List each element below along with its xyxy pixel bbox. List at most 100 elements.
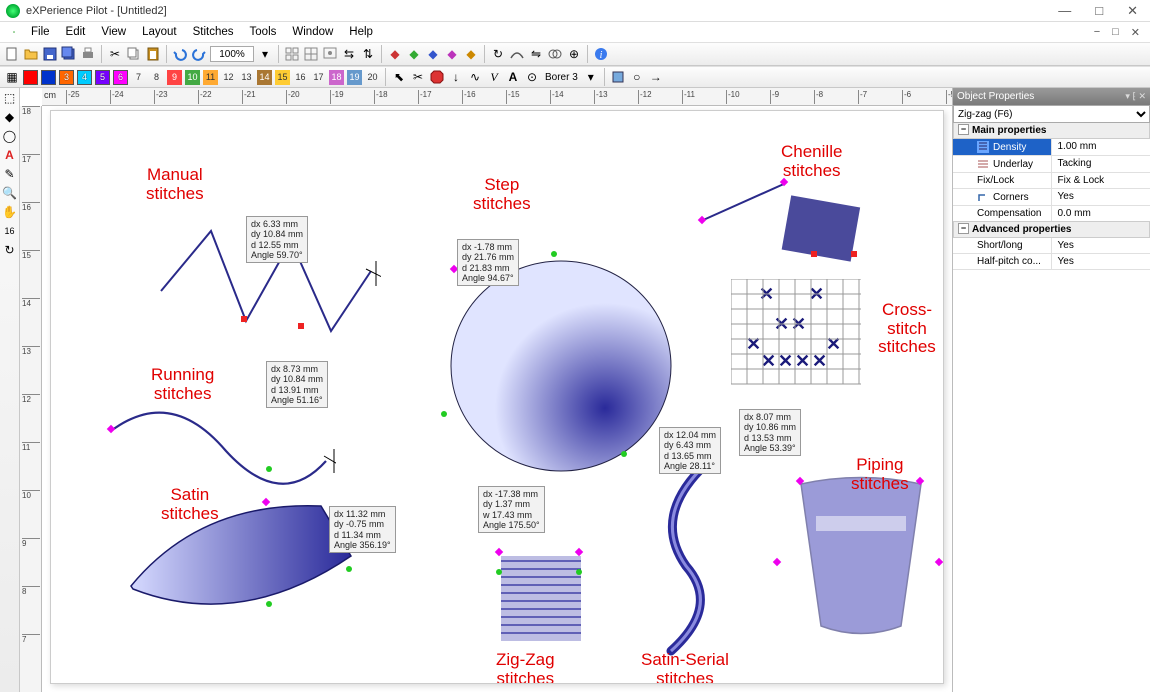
anchor[interactable]: [773, 558, 781, 566]
anchor3-icon[interactable]: ◆: [425, 46, 441, 62]
colorslot-18[interactable]: 18: [329, 70, 344, 85]
redo-icon[interactable]: [191, 46, 207, 62]
text-tool-icon[interactable]: V: [486, 69, 502, 85]
color-5[interactable]: 5: [95, 70, 110, 85]
hand-tool-icon[interactable]: ✋: [2, 204, 18, 220]
save-all-icon[interactable]: [61, 46, 77, 62]
colorslot-17[interactable]: 17: [311, 70, 326, 85]
maximize-button[interactable]: □: [1089, 3, 1109, 19]
palette-icon[interactable]: ▦: [4, 69, 20, 85]
pivot-icon[interactable]: ↻: [490, 46, 506, 62]
lasso-tool-icon[interactable]: ◯: [2, 128, 18, 144]
colorslot-19[interactable]: 19: [347, 70, 362, 85]
menu-help[interactable]: Help: [342, 24, 380, 40]
edit-letter-icon[interactable]: A: [2, 147, 18, 163]
menu-view[interactable]: View: [94, 24, 133, 40]
anchor4-icon[interactable]: ◆: [444, 46, 460, 62]
design-page[interactable]: Manualstitches dx 6.33 mmdy 10.84 mmd 12…: [50, 110, 944, 684]
object-type-select[interactable]: Zig-zag (F6): [953, 105, 1150, 123]
prop-compensation[interactable]: Compensation 0.0 mm: [953, 206, 1150, 222]
anchor2-icon[interactable]: ◆: [406, 46, 422, 62]
shape-piping[interactable]: [781, 476, 941, 636]
cursor-icon[interactable]: ⬉: [391, 69, 407, 85]
anchor[interactable]: [441, 411, 447, 417]
color-3[interactable]: 3: [59, 70, 74, 85]
select-tool-icon[interactable]: ⬚: [2, 90, 18, 106]
colorslot-15[interactable]: 15: [275, 70, 290, 85]
navigator-icon[interactable]: [322, 46, 338, 62]
minimize-button[interactable]: —: [1052, 3, 1077, 19]
overlap-icon[interactable]: [547, 46, 563, 62]
hspacing-icon[interactable]: ⇆: [341, 46, 357, 62]
section-advanced[interactable]: Advanced properties: [953, 221, 1150, 238]
color-6[interactable]: 6: [113, 70, 128, 85]
colorslot-9[interactable]: 9: [167, 70, 182, 85]
chevron-down-icon[interactable]: ▾: [257, 46, 273, 62]
menu-tools[interactable]: Tools: [243, 24, 284, 40]
prop-density[interactable]: Density 1.00 mm: [953, 139, 1150, 156]
color-2[interactable]: [41, 70, 56, 85]
prop-halfpitch[interactable]: Half-pitch co... Yes: [953, 254, 1150, 270]
menu-layout[interactable]: Layout: [135, 24, 184, 40]
anchor[interactable]: [496, 569, 502, 575]
node-tool-icon[interactable]: ◆: [2, 109, 18, 125]
colorslot-12[interactable]: 12: [221, 70, 236, 85]
paste-icon[interactable]: [145, 46, 161, 62]
undo-icon[interactable]: [172, 46, 188, 62]
borer-icon[interactable]: ⊙: [524, 69, 540, 85]
cut-icon[interactable]: ✂: [107, 46, 123, 62]
prop-underlay[interactable]: Underlay Tacking: [953, 156, 1150, 173]
anchor5-icon[interactable]: ◆: [463, 46, 479, 62]
ruler-size-icon[interactable]: 16: [2, 223, 18, 239]
print-icon[interactable]: [80, 46, 96, 62]
needle-down-icon[interactable]: ↓: [448, 69, 464, 85]
pin-icon[interactable]: ▾ ⁅ ✕: [1125, 91, 1146, 102]
edit-shape-icon[interactable]: ✎: [2, 166, 18, 182]
anchor[interactable]: [576, 569, 582, 575]
zoom-tool-icon[interactable]: 🔍: [2, 185, 18, 201]
anchor[interactable]: [241, 316, 247, 322]
grid1-icon[interactable]: [284, 46, 300, 62]
copy-icon[interactable]: [126, 46, 142, 62]
prop-fixlock[interactable]: Fix/Lock Fix & Lock: [953, 173, 1150, 189]
curve-icon[interactable]: [509, 46, 525, 62]
target-icon[interactable]: ⊕: [566, 46, 582, 62]
menu-stitches[interactable]: Stitches: [186, 24, 241, 40]
scissors-icon[interactable]: ✂: [410, 69, 426, 85]
shape-running[interactable]: [106, 401, 336, 496]
colorslot-8[interactable]: 8: [149, 70, 164, 85]
stop-icon[interactable]: [429, 69, 445, 85]
panel-header[interactable]: Object Properties ▾ ⁅ ✕: [953, 88, 1150, 105]
rotate-tool-icon[interactable]: ↻: [2, 242, 18, 258]
anchor[interactable]: [621, 451, 627, 457]
mdi-min[interactable]: −: [1090, 26, 1104, 39]
save-icon[interactable]: [42, 46, 58, 62]
colorslot-14[interactable]: 14: [257, 70, 272, 85]
outline-icon[interactable]: ○: [629, 69, 645, 85]
colorslot-11[interactable]: 11: [203, 70, 218, 85]
right-icon[interactable]: →: [648, 69, 664, 85]
anchor[interactable]: [811, 251, 817, 257]
shape-cross-stitch[interactable]: ✕✕ ✕✕ ✕✕ ✕✕✕✕: [731, 279, 861, 389]
color-1[interactable]: [23, 70, 38, 85]
colorslot-13[interactable]: 13: [239, 70, 254, 85]
anchor[interactable]: [298, 323, 304, 329]
section-main[interactable]: Main properties: [953, 123, 1150, 139]
color-4[interactable]: 4: [77, 70, 92, 85]
anchor1-icon[interactable]: ◆: [387, 46, 403, 62]
zoom-input[interactable]: [210, 46, 254, 62]
new-icon[interactable]: [4, 46, 20, 62]
close-button[interactable]: ✕: [1121, 3, 1144, 19]
fill-icon[interactable]: [610, 69, 626, 85]
prop-corners[interactable]: Corners Yes: [953, 189, 1150, 206]
shape-chenille[interactable]: [691, 171, 881, 281]
anchor[interactable]: [551, 251, 557, 257]
menu-window[interactable]: Window: [285, 24, 340, 40]
shape-satin-serial[interactable]: [631, 456, 751, 656]
anchor[interactable]: [346, 566, 352, 572]
menu-edit[interactable]: Edit: [59, 24, 93, 40]
grid2-icon[interactable]: [303, 46, 319, 62]
anchor[interactable]: [266, 601, 272, 607]
shape-zigzag[interactable]: [481, 521, 601, 651]
text-tool-a-icon[interactable]: A: [505, 69, 521, 85]
